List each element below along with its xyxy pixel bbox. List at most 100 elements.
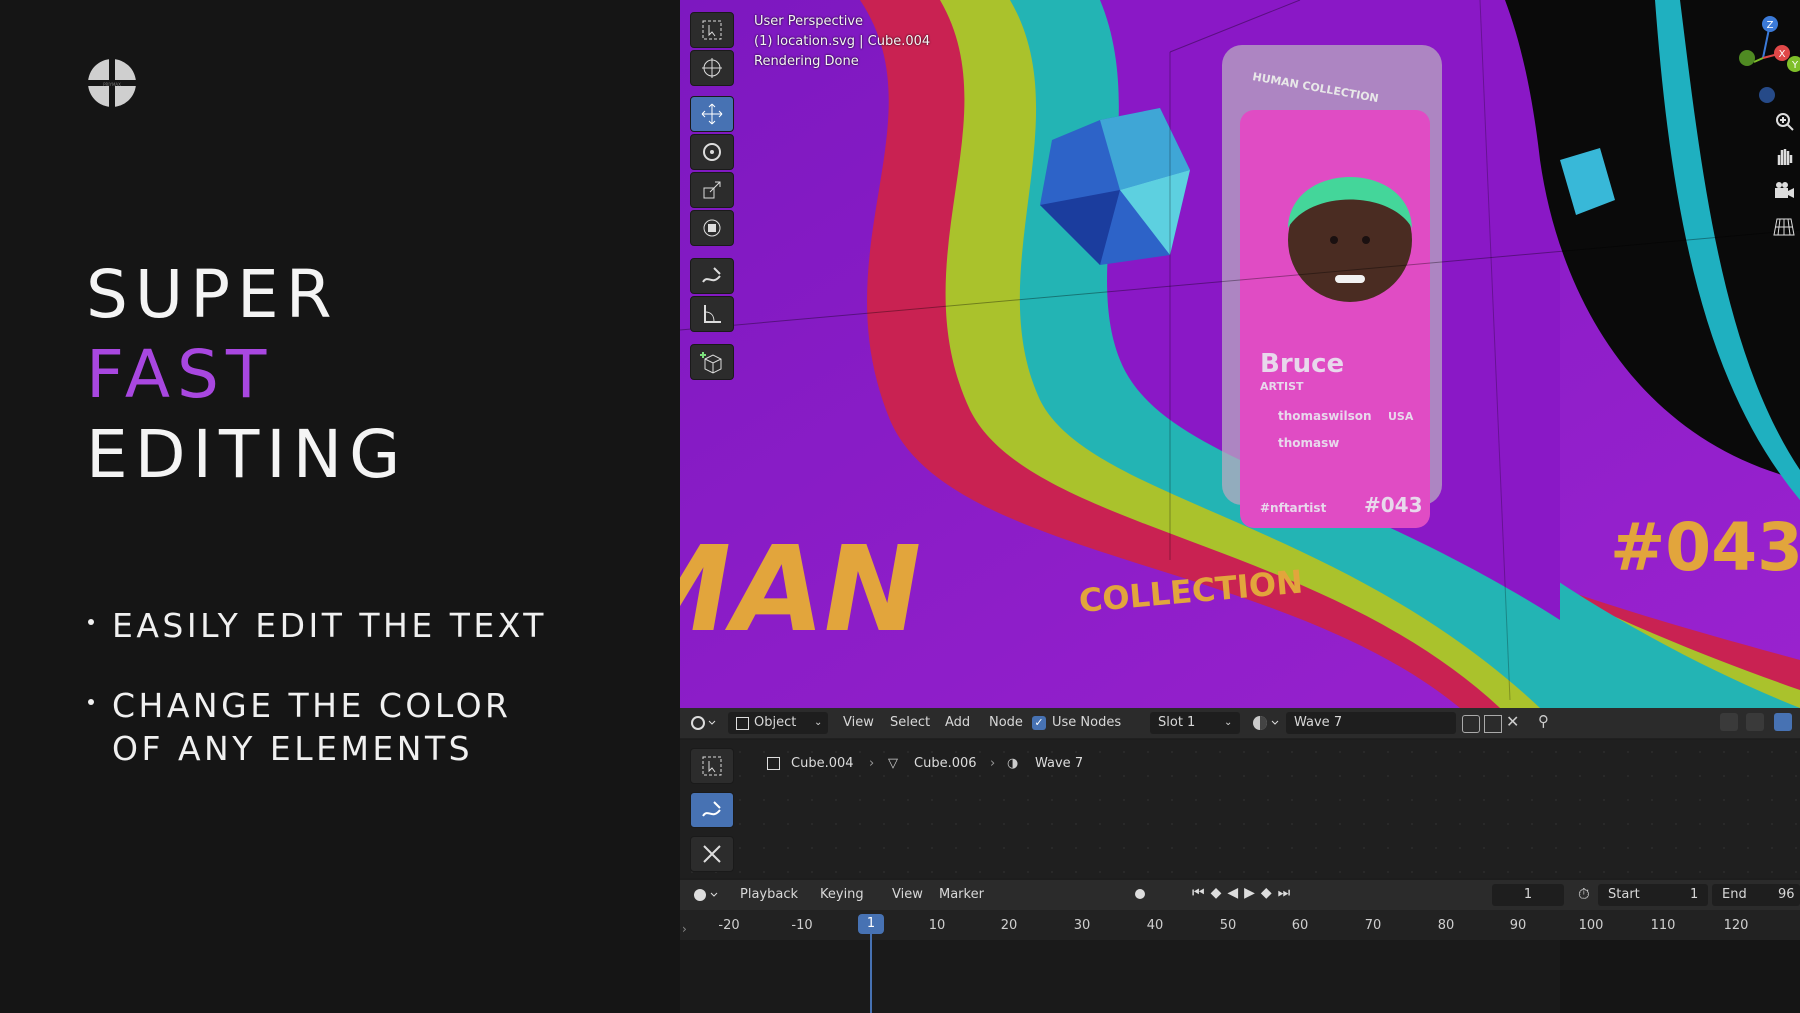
current-frame-field[interactable]: 1: [1492, 884, 1564, 906]
menu-playback[interactable]: Playback: [740, 887, 798, 902]
move-icon: [701, 103, 723, 125]
blender-window: Bruce ARTIST thomaswilson USA thomasw #n…: [680, 0, 1800, 1013]
slot-label: Slot 1: [1158, 715, 1196, 730]
svg-text:X: X: [1779, 49, 1786, 60]
material-sphere-icon[interactable]: [1252, 715, 1282, 731]
timeline-tick: 70: [1364, 918, 1382, 933]
select-box-tool[interactable]: [690, 12, 734, 48]
cursor-icon: [702, 58, 722, 78]
record-icon[interactable]: [1135, 889, 1145, 899]
menu-view[interactable]: View: [843, 715, 874, 730]
node-annotate-tool[interactable]: [690, 792, 734, 828]
transform-icon: [703, 219, 721, 237]
node-select-tool[interactable]: [690, 748, 734, 784]
playhead-line[interactable]: [870, 934, 872, 1013]
bullet-dot: [88, 619, 94, 625]
camera-icon[interactable]: [1773, 180, 1795, 202]
object-icon: [736, 717, 749, 730]
3d-viewport[interactable]: Bruce ARTIST thomaswilson USA thomasw #n…: [680, 0, 1800, 708]
zoom-icon[interactable]: [1773, 110, 1795, 132]
add-cube-tool[interactable]: [690, 344, 734, 380]
timeline-tick: 90: [1509, 918, 1527, 933]
menu-add[interactable]: Add: [945, 715, 970, 730]
expand-arrow-icon[interactable]: ›: [682, 922, 687, 936]
close-icon[interactable]: ✕: [1506, 712, 1519, 731]
rotate-tool[interactable]: [690, 134, 734, 170]
menu-select[interactable]: Select: [890, 715, 930, 730]
object-mode-label: Object: [754, 715, 797, 730]
measure-tool[interactable]: [690, 296, 734, 332]
pin-icon[interactable]: ⚲: [1538, 712, 1549, 730]
cursor-tool[interactable]: [690, 50, 734, 86]
overlay-icon[interactable]: [1774, 713, 1792, 731]
playhead-frame[interactable]: 1: [858, 914, 884, 934]
pan-hand-icon[interactable]: [1773, 145, 1795, 167]
use-nodes-checkbox[interactable]: ✓: [1032, 716, 1046, 730]
mesh-icon: ▽: [888, 756, 898, 771]
timeline-tick: 50: [1219, 918, 1237, 933]
timeline-tick: -20: [718, 918, 740, 933]
svg-text:MAN: MAN: [680, 522, 933, 659]
breadcrumb-object: Cube.004: [791, 756, 854, 771]
playback-controls[interactable]: ⏮◆◀▶◆⏭: [1192, 885, 1296, 901]
logo-icon: PRIYMAX: [88, 59, 136, 107]
fake-user-shield-icon[interactable]: [1462, 715, 1480, 733]
end-frame-field[interactable]: End 96: [1712, 884, 1800, 906]
timeline-tick: 80: [1437, 918, 1455, 933]
select-box-icon: [702, 20, 722, 40]
bullet-2-continued: OF ANY ELEMENTS: [112, 729, 474, 768]
move-tool[interactable]: [690, 96, 734, 132]
bullet-2: CHANGE THE COLOR: [112, 686, 512, 725]
snap-icon[interactable]: [1746, 713, 1764, 731]
svg-text:#nftartist: #nftartist: [1260, 501, 1327, 515]
duplicate-icon[interactable]: [1484, 715, 1502, 733]
menu-keying[interactable]: Keying: [820, 887, 864, 902]
menu-marker[interactable]: Marker: [939, 887, 984, 902]
use-nodes-label: Use Nodes: [1052, 715, 1122, 730]
object-icon: [767, 757, 780, 770]
annotate-icon: [702, 267, 721, 283]
slot-dropdown[interactable]: Slot 1 ⌄: [1150, 712, 1240, 734]
chevron-right-icon: ›: [990, 756, 996, 771]
timeline-tick: 120: [1723, 918, 1749, 933]
breadcrumb-material: Wave 7: [1035, 756, 1084, 771]
object-mode-dropdown[interactable]: Object ⌄: [728, 712, 828, 734]
bullet-1: EASILY EDIT THE TEXT: [112, 606, 547, 645]
select-box-icon: [702, 756, 722, 776]
scale-tool[interactable]: [690, 172, 734, 208]
svg-text:Y: Y: [1791, 60, 1799, 71]
timeline-tick: 10: [928, 918, 946, 933]
annotate-tool[interactable]: [690, 258, 734, 294]
svg-text:thomaswilson: thomaswilson: [1278, 409, 1372, 423]
timeline-tick: 40: [1146, 918, 1164, 933]
timeline-tick: 20: [1000, 918, 1018, 933]
stopwatch-icon[interactable]: ⏱: [1578, 885, 1590, 903]
bullet-dot: [88, 699, 94, 705]
end-value: 96: [1778, 887, 1795, 902]
viewport-status-label: Rendering Done: [754, 54, 859, 69]
material-name: Wave 7: [1294, 715, 1343, 730]
navigation-gizmo[interactable]: Z X Y: [1703, 10, 1800, 110]
svg-text:USA: USA: [1388, 410, 1414, 423]
promo-panel: PRIYMAX SUPER FAST EDITING EASILY EDIT T…: [0, 0, 680, 1013]
cut-links-tool[interactable]: [690, 836, 734, 872]
start-frame-field[interactable]: Start 1: [1598, 884, 1708, 906]
headline-line-2: FAST: [86, 336, 274, 413]
parent-node-icon[interactable]: [1720, 713, 1738, 731]
clock-editor-icon[interactable]: [692, 886, 720, 904]
transform-tool[interactable]: [690, 210, 734, 246]
grid-view-icon[interactable]: [1773, 215, 1795, 237]
timeline-tick: 110: [1650, 918, 1676, 933]
menu-node[interactable]: Node: [989, 715, 1023, 730]
shader-editor-header: Object ⌄ View Select Add Node ✓ Use Node…: [680, 708, 1800, 739]
end-label: End: [1722, 887, 1747, 902]
editor-type-icon[interactable]: [690, 714, 718, 732]
rotate-icon: [703, 143, 721, 161]
menu-timeline-view[interactable]: View: [892, 887, 923, 902]
headline-line-3: EDITING: [86, 416, 408, 493]
svg-text:Bruce: Bruce: [1260, 349, 1344, 379]
timeline-tick: 60: [1291, 918, 1309, 933]
headline-line-1: SUPER: [86, 256, 339, 333]
material-name-field[interactable]: Wave 7: [1286, 712, 1456, 734]
svg-text:thomasw: thomasw: [1278, 436, 1339, 450]
